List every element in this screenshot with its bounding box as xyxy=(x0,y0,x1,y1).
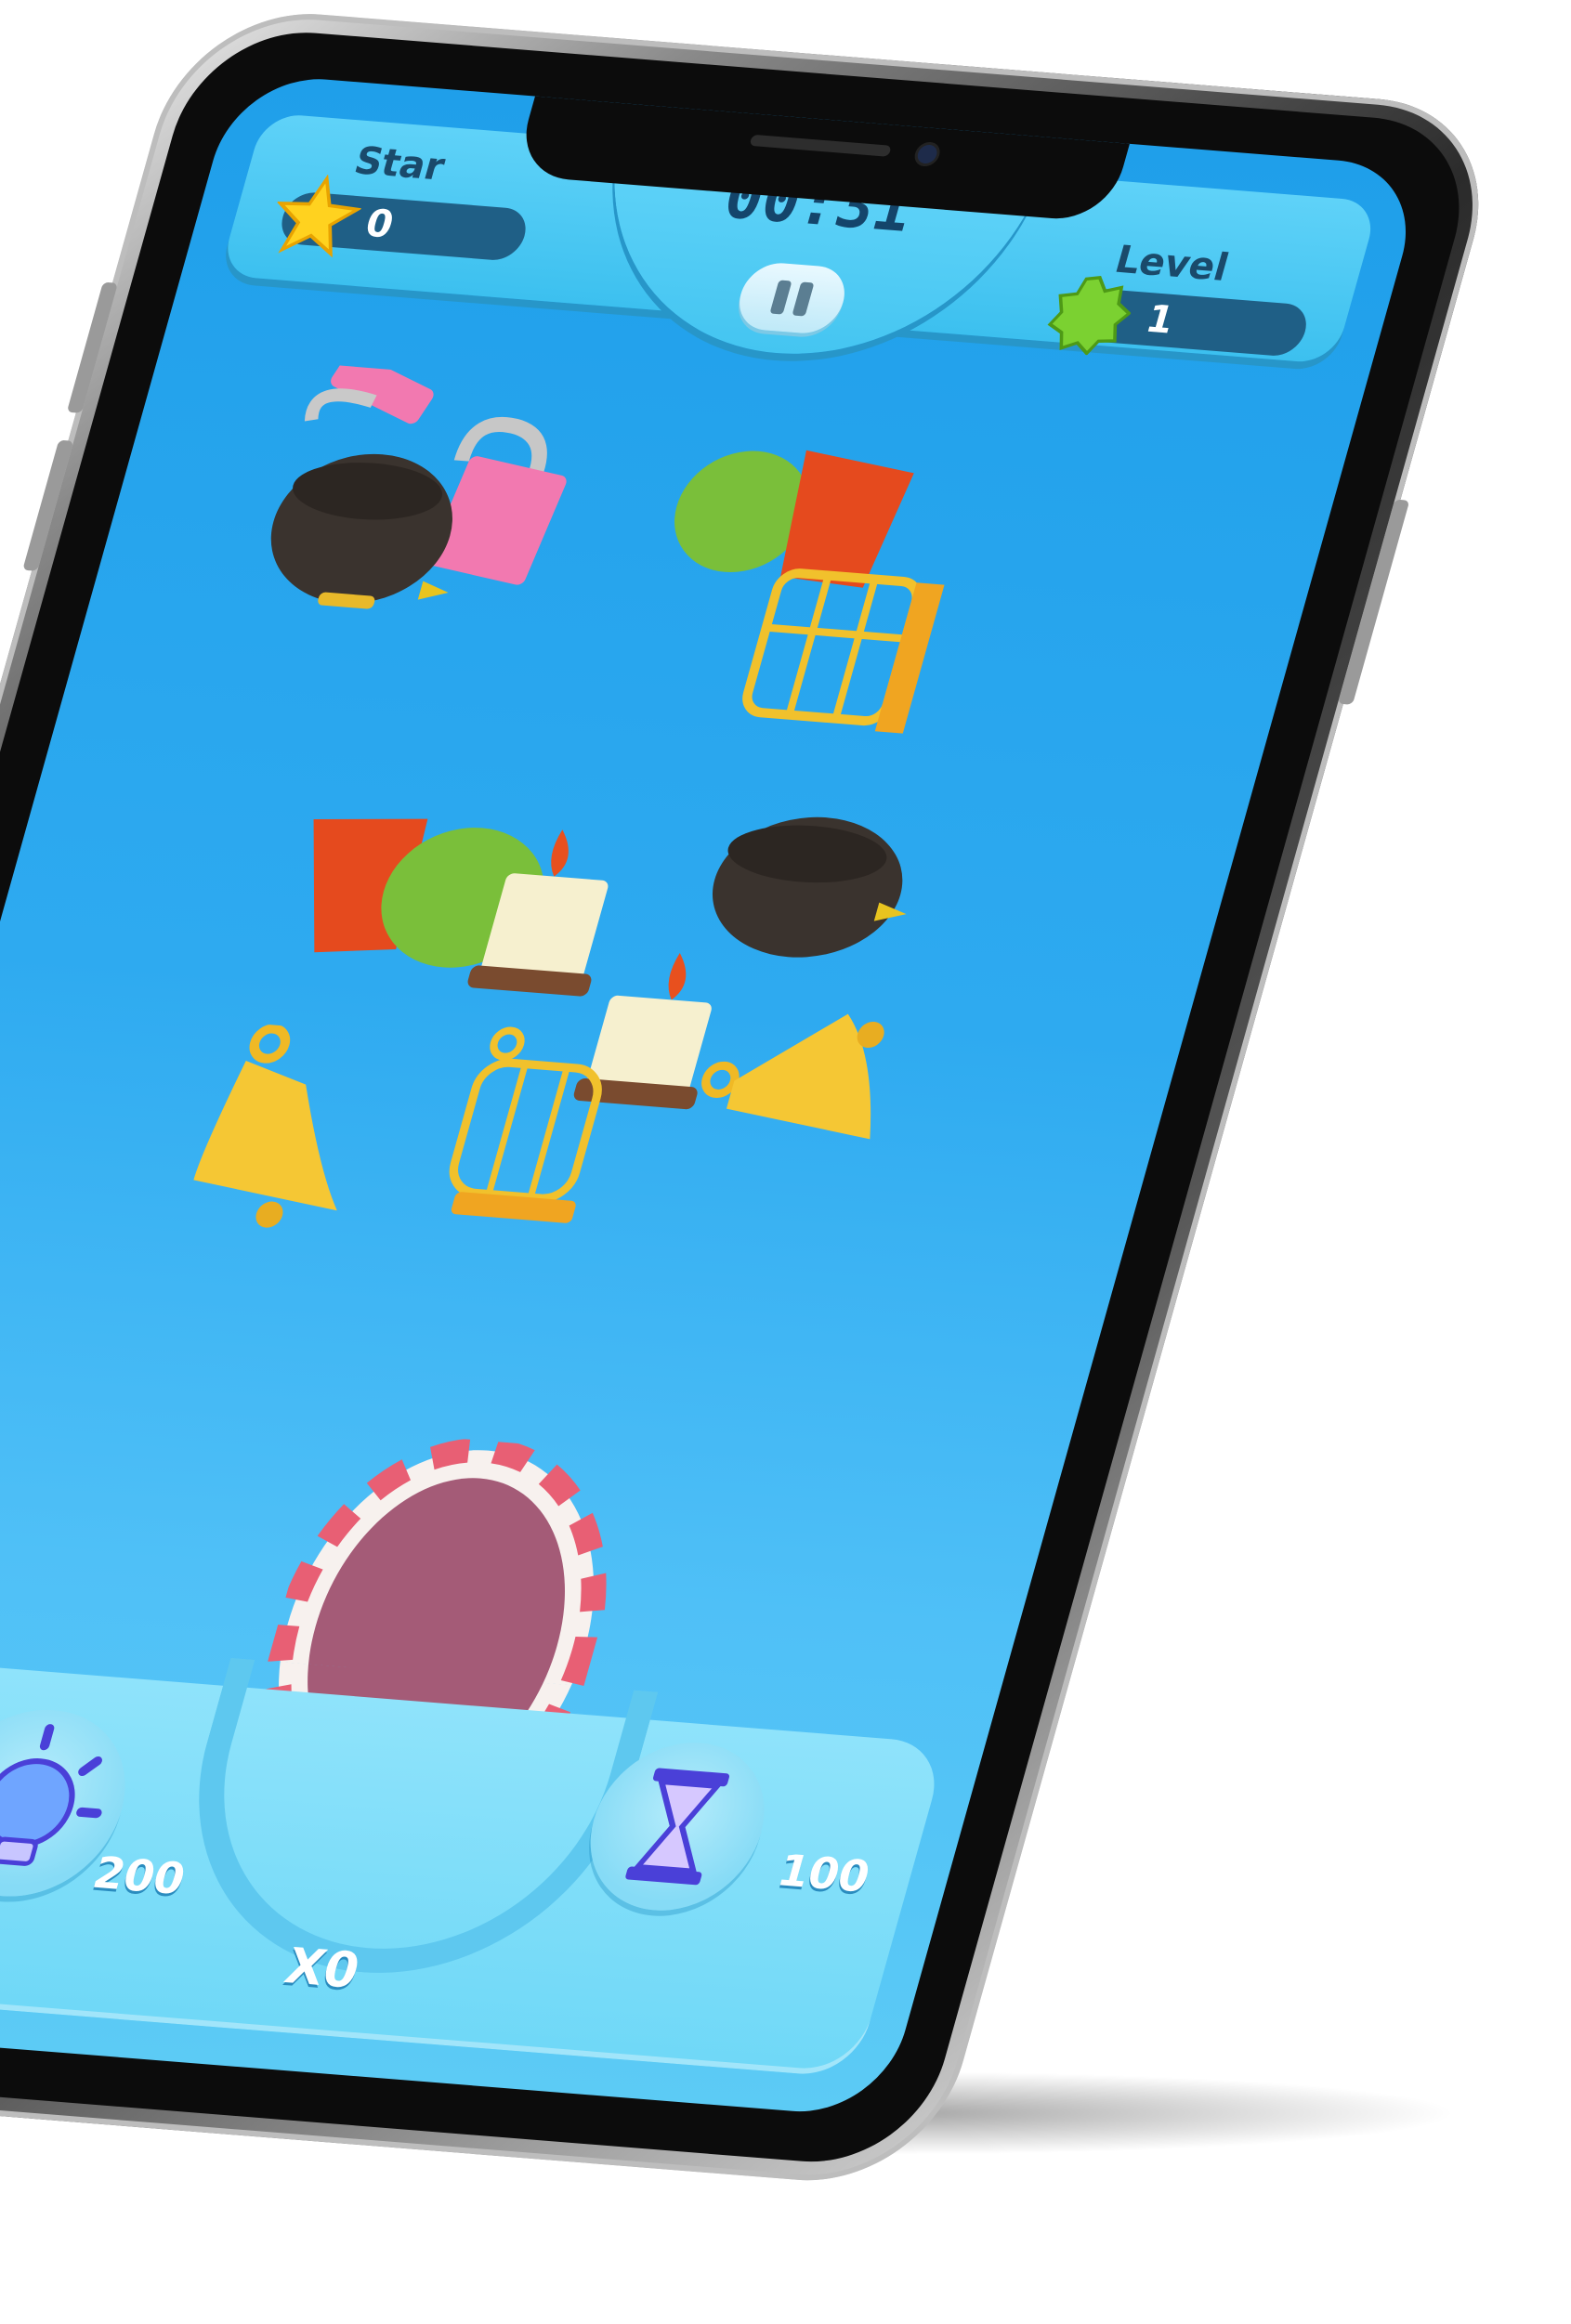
booster-tray: 200 100 xyxy=(0,1655,948,2079)
phone-device: Star 0 Level 1 00:31 200 100 X0 xyxy=(0,0,1571,2324)
phone-frame: Star 0 Level 1 00:31 200 100 X0 xyxy=(0,4,1510,2191)
basket-groove xyxy=(147,1657,659,1990)
star-value: 0 xyxy=(360,202,399,247)
cauldron-item[interactable] xyxy=(229,437,501,631)
level-badge-icon xyxy=(1047,276,1132,356)
pause-button[interactable] xyxy=(731,260,853,336)
speaker-grille xyxy=(749,134,892,157)
bell-item[interactable] xyxy=(162,1021,405,1240)
front-camera xyxy=(915,144,939,164)
phone-bezel: Star 0 Level 1 00:31 200 100 X0 xyxy=(0,24,1486,2171)
time-cost: 100 xyxy=(772,1845,876,1902)
pause-icon xyxy=(792,281,815,317)
bell-item[interactable] xyxy=(679,985,928,1159)
game-screen: Star 0 Level 1 00:31 200 100 X0 xyxy=(0,72,1427,2119)
pause-icon xyxy=(769,280,792,315)
level-value: 1 xyxy=(1141,297,1180,343)
bird-cage-item[interactable] xyxy=(412,1022,652,1232)
hint-cost: 200 xyxy=(87,1847,191,1905)
